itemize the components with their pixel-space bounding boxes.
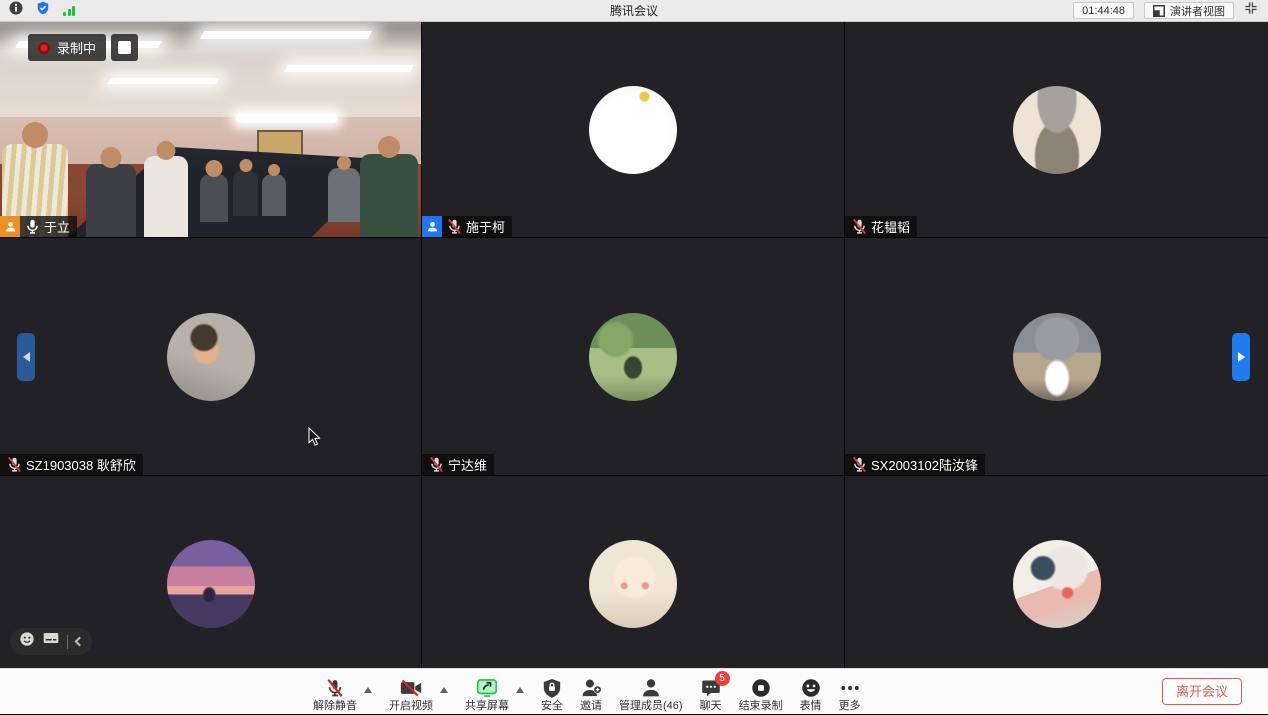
stop-record-button[interactable]: 结束录制	[739, 673, 783, 712]
quick-actions-pill	[10, 628, 92, 655]
name-tag: SZ1903038 耿舒欣	[0, 454, 143, 475]
chat-bubble-icon: 5	[701, 677, 721, 699]
mic-muted-icon	[446, 218, 463, 235]
caption-quick-icon[interactable]	[43, 632, 59, 651]
layout-icon	[1153, 5, 1165, 17]
avatar	[167, 313, 255, 401]
stop-icon	[118, 41, 131, 54]
share-options-caret[interactable]	[516, 687, 524, 693]
mic-muted-icon	[428, 456, 445, 473]
chat-button[interactable]: 5 聊天	[700, 673, 722, 712]
video-tile-gengshuxin[interactable]: SZ1903038 耿舒欣	[0, 238, 422, 476]
collapse-chevron-icon[interactable]	[75, 637, 85, 647]
participant-name: 宁达维	[448, 455, 487, 474]
avatar	[1013, 86, 1101, 174]
participant-name: 于立	[44, 217, 70, 236]
avatar	[589, 540, 677, 628]
avatar	[1013, 540, 1101, 628]
invite-person-icon	[581, 677, 602, 699]
share-screen-button[interactable]: 共享屏幕	[465, 673, 509, 712]
more-button[interactable]: 更多	[839, 673, 861, 712]
mic-muted-icon	[851, 218, 868, 235]
mic-on-icon	[24, 218, 41, 235]
members-icon	[641, 677, 661, 699]
invite-button[interactable]: 邀请	[580, 673, 602, 712]
participant-name: SX2003102陆汝锋	[871, 455, 978, 474]
previous-page-button[interactable]	[17, 333, 35, 381]
reactions-button[interactable]: 表情	[800, 673, 822, 712]
recording-indicator: 录制中	[28, 34, 138, 61]
encryption-shield-icon[interactable]	[36, 1, 50, 20]
video-options-caret[interactable]	[440, 687, 448, 693]
mic-muted-icon	[325, 677, 345, 699]
video-tile-lurufeng[interactable]: SX2003102陆汝锋	[845, 238, 1268, 476]
emoji-icon	[801, 677, 821, 699]
exit-fullscreen-icon[interactable]	[1244, 1, 1258, 20]
title-bar: 腾讯会议 01:44:48 演讲者视图	[0, 0, 1268, 22]
video-tile-ningdawei[interactable]: 宁达维	[422, 238, 845, 476]
name-tag: SX2003102陆汝锋	[845, 454, 985, 475]
chevron-left-icon	[23, 352, 30, 362]
avatar	[589, 86, 677, 174]
chat-unread-badge: 5	[715, 671, 730, 686]
stop-record-icon	[751, 677, 771, 699]
name-tag: 花韫韬	[845, 216, 917, 237]
leave-meeting-button[interactable]: 离开会议	[1162, 678, 1242, 705]
chevron-right-icon	[1238, 352, 1245, 362]
manage-members-button[interactable]: 管理成员(46)	[619, 673, 683, 712]
speaker-view-button[interactable]: 演讲者视图	[1144, 2, 1234, 19]
recording-dot-icon	[38, 42, 50, 54]
next-page-button[interactable]	[1232, 333, 1250, 381]
recording-label: 录制中	[57, 38, 96, 57]
avatar	[589, 313, 677, 401]
video-tile-shiyuke[interactable]: 施于柯	[422, 22, 845, 238]
more-dots-icon	[839, 677, 861, 699]
mic-muted-icon	[851, 456, 868, 473]
audio-options-caret[interactable]	[364, 687, 372, 693]
participant-name: SZ1903038 耿舒欣	[26, 455, 136, 474]
member-badge-icon	[422, 216, 442, 237]
meeting-toolbar: 解除静音 开启视频 共享屏幕	[0, 668, 1268, 714]
emoji-quick-icon[interactable]	[19, 631, 35, 652]
name-tag: 施于柯	[422, 216, 512, 237]
avatar	[1013, 313, 1101, 401]
meeting-timer: 01:44:48	[1073, 2, 1134, 19]
security-shield-icon	[543, 677, 561, 699]
participant-name: 施于柯	[466, 217, 505, 236]
divider	[67, 635, 68, 649]
share-screen-icon	[476, 677, 498, 699]
network-signal-icon[interactable]	[63, 5, 75, 16]
participant-name: 花韫韬	[871, 217, 910, 236]
unmute-button[interactable]: 解除静音	[313, 673, 357, 712]
video-tile-huayuntao[interactable]: 花韫韬	[845, 22, 1268, 238]
camera-off-icon	[400, 677, 422, 699]
meeting-window: 腾讯会议 01:44:48 演讲者视图	[0, 0, 1268, 714]
start-video-button[interactable]: 开启视频	[389, 673, 433, 712]
avatar	[167, 540, 255, 628]
video-grid: 于立 施于柯 花韫韬	[0, 22, 1268, 714]
name-tag: 于立	[0, 216, 77, 237]
name-tag: 宁达维	[422, 454, 494, 475]
host-badge-icon	[0, 216, 20, 237]
stop-recording-button[interactable]	[111, 34, 138, 61]
info-icon[interactable]	[9, 1, 23, 20]
security-button[interactable]: 安全	[541, 673, 563, 712]
mic-muted-icon	[6, 456, 23, 473]
